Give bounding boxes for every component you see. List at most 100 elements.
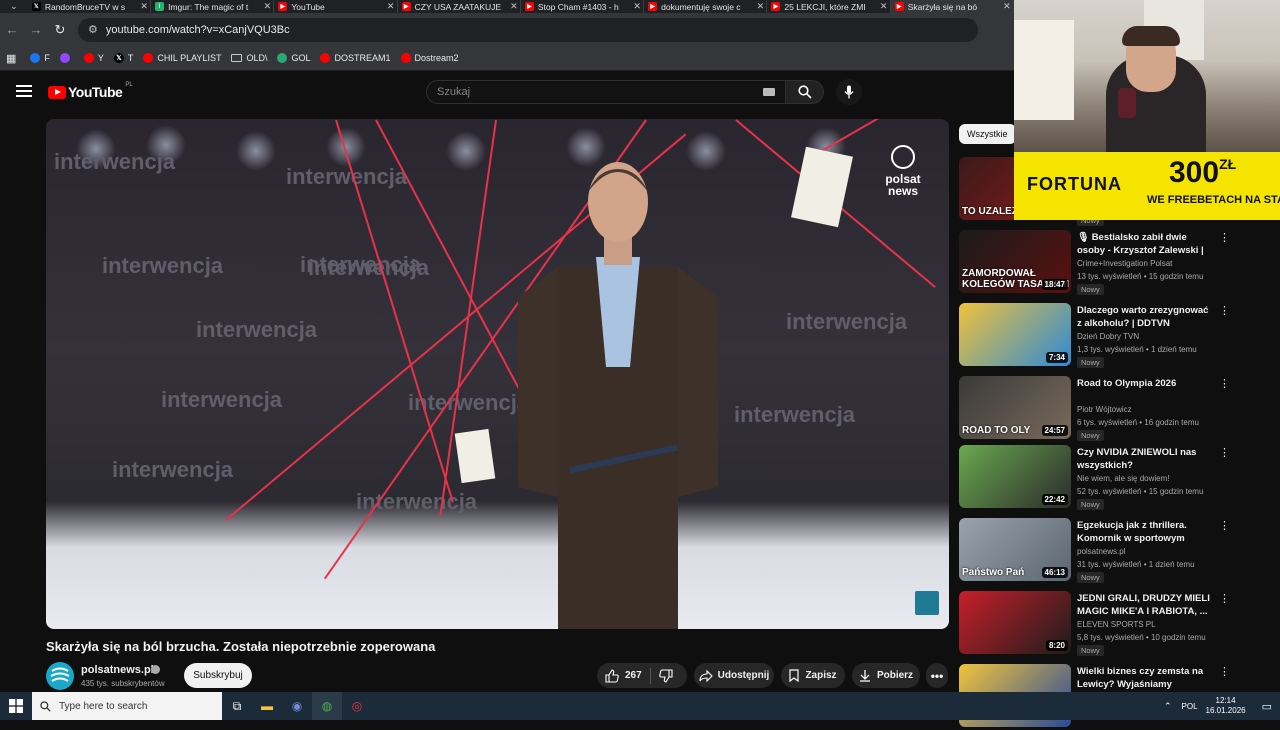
close-icon[interactable]: ✕ — [508, 1, 520, 12]
windows-icon — [9, 699, 23, 713]
more-vertical-icon[interactable]: ⋮ — [1219, 593, 1230, 605]
recommended-video[interactable]: ZAMORDOWAŁ KOLEGÓW TASAKIEM 18:47 🎙 Bestia… — [959, 230, 1230, 296]
subscribe-button[interactable]: Subskrybuj — [184, 663, 252, 688]
channel-name[interactable]: polsatnews.pl — [81, 664, 154, 676]
bookmark-item[interactable]: CHIL PLAYLIST — [143, 53, 221, 63]
close-icon[interactable]: ✕ — [138, 1, 150, 12]
bookmark-item[interactable]: Dostream2 — [400, 53, 459, 63]
site-info-icon[interactable]: ⚙ — [88, 23, 98, 36]
browser-tab-strip: ⌄ 𝕏 RandomBruceTV w s ✕ i Imgur: The magic o… — [0, 0, 1014, 13]
channel-name[interactable]: Piotr Wójtowicz — [1077, 405, 1132, 414]
like-button[interactable]: 267 — [597, 668, 642, 683]
recommended-video[interactable]: 22:42 Czy NVIDIA ZNIEWOLI nas wszystkich?… — [959, 445, 1230, 511]
video-thumbnail[interactable]: ROAD TO OLY 24:57 — [959, 376, 1071, 439]
channel-name[interactable]: Dzień Dobry TVN — [1077, 332, 1139, 341]
share-button[interactable]: Udostępnij — [694, 663, 774, 688]
video-thumbnail[interactable]: 22:42 — [959, 445, 1071, 508]
browser-tab[interactable]: ▶ YouTube ✕ — [274, 0, 398, 13]
clock-time: 12:14 — [1215, 696, 1236, 705]
start-button[interactable] — [0, 692, 32, 720]
more-vertical-icon[interactable]: ⋮ — [1219, 232, 1230, 244]
close-icon[interactable]: ✕ — [261, 1, 273, 12]
bookmark-item[interactable]: OLD\ — [231, 53, 267, 63]
channel-name[interactable]: polsatnews.pl — [1077, 547, 1125, 556]
obs-icon[interactable]: ◎ — [342, 692, 372, 720]
chrome-icon[interactable]: ◍ — [312, 692, 342, 720]
close-icon[interactable]: ✕ — [754, 1, 766, 12]
search-input[interactable]: Szukaj — [426, 80, 786, 104]
bookmark-item[interactable]: F — [30, 53, 50, 63]
clock[interactable]: 12:14 16.01.2026 — [1206, 696, 1246, 716]
video-thumbnail[interactable]: 8:20 — [959, 591, 1071, 654]
video-title-link[interactable]: Wielki biznes czy zemsta na Lewicy? Wyja… — [1077, 665, 1213, 692]
video-title-link[interactable]: 🎙 Bestialsko zabił dwie osoby - Krzyszto… — [1077, 231, 1213, 258]
browser-tab[interactable]: ▶ Stop Cham #1403 - h ✕ — [521, 0, 645, 13]
more-vertical-icon[interactable]: ⋮ — [1219, 378, 1230, 390]
dislike-button[interactable] — [658, 668, 673, 683]
browser-tab[interactable]: ▶ CZY USA ZAATAKUJE ✕ — [398, 0, 521, 13]
more-vertical-icon[interactable]: ⋮ — [1219, 305, 1230, 317]
video-title-link[interactable]: Dlaczego warto zrezygnować z alkoholu? |… — [1077, 304, 1213, 330]
video-title-link[interactable]: Egzekucja jak z thrillera. Komornik w sp… — [1077, 519, 1213, 546]
taskbar-search[interactable]: Type here to search — [32, 692, 222, 720]
reload-icon[interactable]: ↻ — [48, 18, 72, 42]
file-explorer-icon[interactable]: ▬ — [252, 692, 282, 720]
bookmark-item[interactable]: Y — [83, 53, 104, 63]
more-vertical-icon[interactable]: ⋮ — [1219, 520, 1230, 532]
more-vertical-icon[interactable]: ⋮ — [1219, 666, 1230, 678]
menu-icon[interactable] — [14, 82, 34, 102]
back-icon[interactable]: ← — [0, 18, 24, 42]
language-indicator[interactable]: POL — [1182, 702, 1198, 711]
bookmark-item[interactable]: DOSTREAM1 — [320, 53, 391, 63]
video-title-link[interactable]: Czy NVIDIA ZNIEWOLI nas wszystkich? — [1077, 446, 1213, 472]
search-button[interactable] — [786, 80, 824, 104]
bookmark-item[interactable] — [59, 53, 74, 63]
forward-icon[interactable]: → — [24, 18, 48, 42]
bookmarks-bar: ▦ F Y 𝕏 T CHIL PLAYLIST OLD\ GOL DOSTREAM1 Dostr… — [0, 46, 1014, 71]
channel-watermark-badge[interactable] — [915, 591, 939, 615]
discord-icon[interactable]: ◉ — [282, 692, 312, 720]
view-meta: 6 tys. wyświetleń • 16 godzin temu — [1077, 418, 1199, 427]
chevron-up-icon[interactable]: ⌃ — [1164, 701, 1172, 712]
channel-name[interactable]: ELEVEN SPORTS PL — [1077, 620, 1156, 629]
video-thumbnail[interactable]: ZAMORDOWAŁ KOLEGÓW TASAKIEM 18:47 — [959, 230, 1071, 293]
recommended-video[interactable]: Państwo Pań 46:13 Egzekucja jak z thriller… — [959, 518, 1230, 584]
video-thumbnail[interactable]: 7:34 — [959, 303, 1071, 366]
browser-tab[interactable]: ▶ dokumentuję swoje c ✕ — [644, 0, 768, 13]
task-view-icon[interactable]: ⧉ — [222, 692, 252, 720]
video-thumbnail[interactable]: Państwo Pań 46:13 — [959, 518, 1071, 581]
close-icon[interactable]: ✕ — [1001, 1, 1013, 12]
channel-avatar[interactable] — [46, 662, 74, 690]
url-field[interactable]: ⚙ youtube.com/watch?v=xCanjVQU3Bc — [78, 17, 978, 42]
bookmark-label: T — [127, 53, 134, 63]
video-title-link[interactable]: JEDNI GRALI, DRUDZY MIELI MAGIC MIKE'A I… — [1077, 592, 1213, 618]
browser-tab[interactable]: i Imgur: The magic of t ✕ — [151, 0, 275, 13]
voice-search-button[interactable] — [836, 79, 862, 105]
youtube-logo[interactable]: YouTube PL — [48, 82, 133, 100]
save-button[interactable]: Zapisz — [781, 663, 845, 688]
recommended-video[interactable]: ROAD TO OLY 24:57 Road to Olympia 2026 Piot… — [959, 376, 1230, 442]
notification-icon[interactable]: ▭ — [1262, 700, 1272, 713]
bookmark-item[interactable]: 𝕏T — [113, 53, 134, 63]
chip-all[interactable]: Wszystkie — [959, 124, 1016, 144]
close-icon[interactable]: ✕ — [878, 1, 890, 12]
close-icon[interactable]: ✕ — [385, 1, 397, 12]
tab-search-icon[interactable]: ⌄ — [0, 0, 28, 13]
more-vertical-icon[interactable]: ⋮ — [1219, 447, 1230, 459]
channel-name[interactable]: Crime+Investigation Polsat — [1077, 259, 1172, 268]
apps-icon[interactable]: ▦ — [6, 52, 16, 65]
paper-note — [454, 428, 496, 484]
bookmark-item[interactable]: GOL — [277, 53, 310, 63]
video-player[interactable]: interwencja interwencja interwencja interwe… — [46, 119, 949, 629]
browser-tab[interactable]: 𝕏 RandomBruceTV w s ✕ — [28, 0, 152, 13]
recommended-video[interactable]: 8:20 JEDNI GRALI, DRUDZY MIELI MAGIC MIKE… — [959, 591, 1230, 657]
keyboard-icon[interactable] — [763, 88, 775, 96]
more-actions-button[interactable]: ••• — [926, 663, 948, 688]
browser-tab[interactable]: ▶ Skarżyła się na bó ✕ — [890, 0, 1014, 13]
download-button[interactable]: Pobierz — [852, 663, 920, 688]
close-icon[interactable]: ✕ — [631, 1, 643, 12]
recommended-video[interactable]: 7:34 Dlaczego warto zrezygnować z alkohol… — [959, 303, 1230, 369]
channel-name[interactable]: Nie wiem, ale się dowiem! — [1077, 474, 1169, 483]
video-title-link[interactable]: Road to Olympia 2026 — [1077, 377, 1213, 390]
browser-tab[interactable]: ▶ 25 LEKCJI, które ZMI ✕ — [767, 0, 891, 13]
